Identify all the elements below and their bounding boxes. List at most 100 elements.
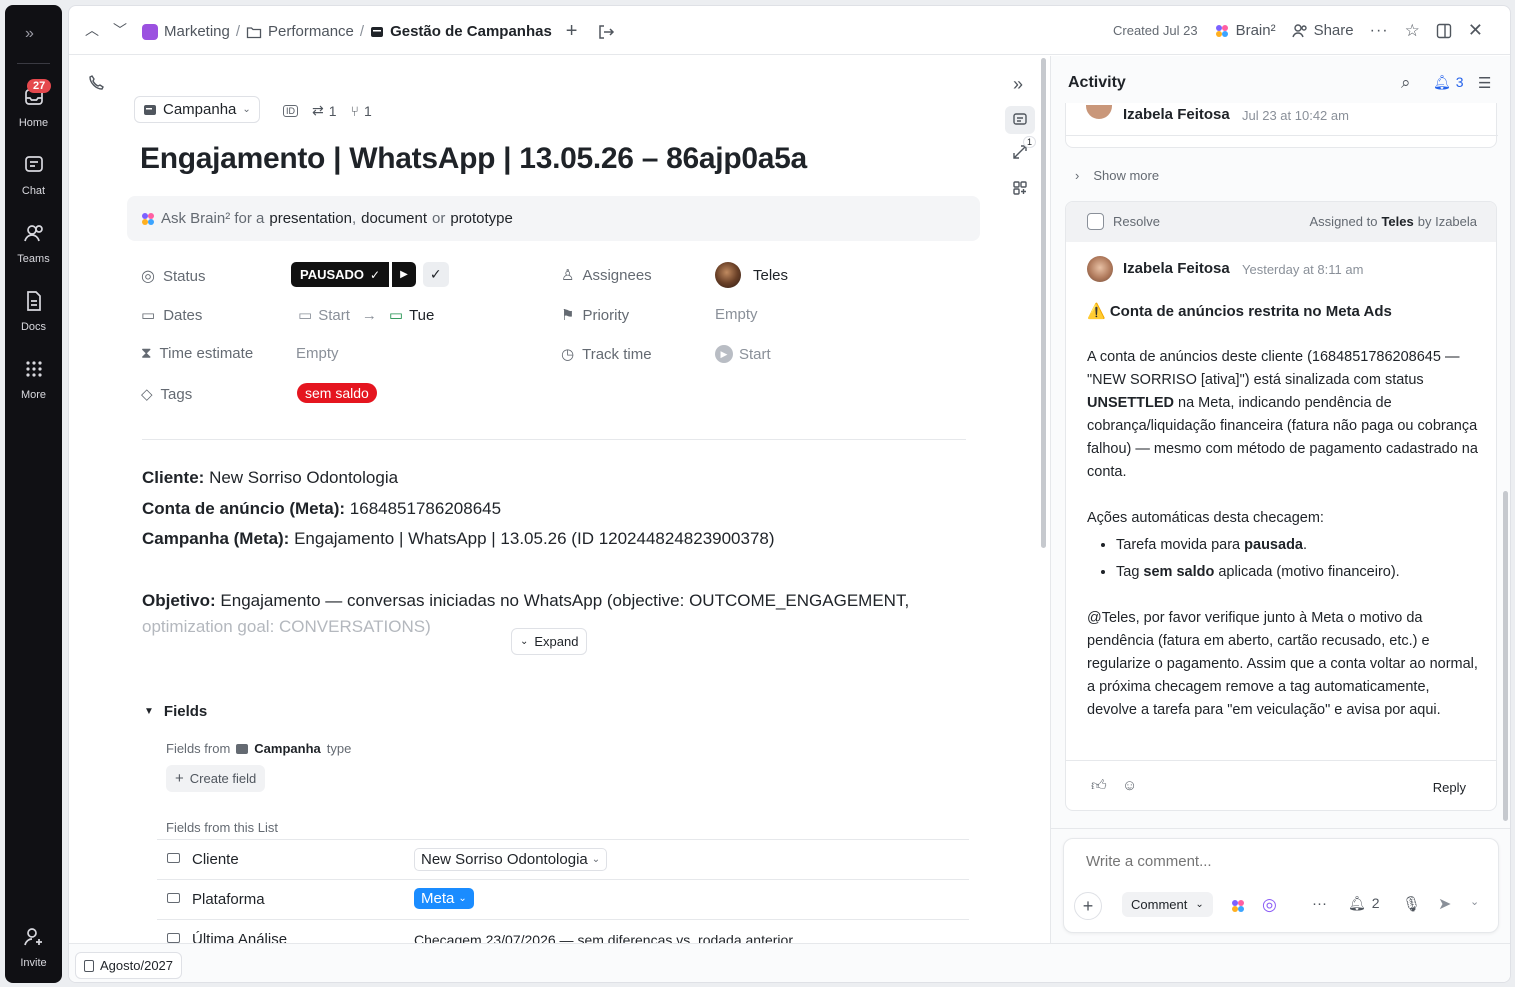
scrollbar[interactable] bbox=[1041, 58, 1046, 548]
star-icon[interactable]: ☆ bbox=[1405, 21, 1420, 41]
comment-input[interactable] bbox=[1086, 853, 1466, 870]
ask-prototype[interactable]: prototype bbox=[450, 210, 513, 227]
share-button[interactable]: Share bbox=[1291, 22, 1354, 39]
activity-tab-icon[interactable]: 1 bbox=[1012, 136, 1037, 165]
thumbs-up-icon[interactable]: 👍︎ bbox=[1091, 777, 1107, 795]
plus-icon: + bbox=[175, 770, 184, 787]
breadcrumb-list[interactable]: Gestão de Campanhas bbox=[390, 23, 552, 40]
brain-label: Brain² bbox=[1235, 22, 1276, 39]
watchers-button[interactable]: 🔔︎ 2 bbox=[1348, 895, 1380, 912]
rail-docs[interactable]: Docs bbox=[5, 289, 62, 333]
next-status-button[interactable]: ▶ bbox=[392, 262, 416, 287]
notifications-button[interactable]: 🔔︎ 3 bbox=[1433, 74, 1464, 91]
rail-label: Docs bbox=[20, 321, 47, 333]
field-dropdown[interactable]: Meta ⌄ bbox=[414, 888, 474, 909]
comments-tab-icon[interactable] bbox=[1005, 106, 1035, 134]
brain-icon[interactable] bbox=[1230, 898, 1246, 914]
complete-task-button[interactable]: ✓ bbox=[422, 262, 449, 287]
reply-button[interactable]: Reply bbox=[1433, 780, 1466, 795]
breadcrumb-folder[interactable]: Performance bbox=[268, 23, 354, 40]
priority-value[interactable]: Empty bbox=[715, 306, 758, 323]
assignee-value[interactable]: Teles bbox=[715, 262, 788, 288]
comment-type-label: Comment bbox=[1131, 897, 1188, 912]
ask-document[interactable]: document bbox=[361, 210, 427, 227]
dependencies-button[interactable]: ⇄ 1 bbox=[312, 102, 337, 119]
rail-chat[interactable]: Chat bbox=[5, 153, 62, 197]
create-field-button[interactable]: + Create field bbox=[166, 765, 266, 792]
comment-heading: ⚠️ Conta de anúncios restrita no Meta Ad… bbox=[1087, 303, 1392, 320]
show-more-toggle[interactable]: › Show more bbox=[1075, 168, 1159, 183]
apps-icon[interactable] bbox=[1012, 180, 1028, 196]
subtasks-button[interactable]: ⑂ 1 bbox=[351, 103, 372, 119]
task-topbar: ︿ ﹀ Marketing / Performance / Gestão de … bbox=[69, 6, 1510, 55]
send-icon[interactable]: ➤ bbox=[1438, 894, 1451, 914]
expand-button[interactable]: ⌄ Expand bbox=[511, 628, 588, 655]
task-id-icon[interactable]: ID bbox=[283, 104, 298, 117]
comment-text: aplicada (motivo financeiro). bbox=[1214, 564, 1400, 580]
ai-assist-icon[interactable]: ◎ bbox=[1262, 895, 1277, 915]
prev-task-icon[interactable]: ︿ bbox=[85, 20, 99, 40]
doc-tab[interactable]: Agosto/2027 bbox=[75, 952, 183, 979]
task-type-icon bbox=[236, 743, 249, 754]
activity-scrollbar[interactable] bbox=[1503, 491, 1508, 821]
close-icon[interactable]: ✕ bbox=[1468, 20, 1483, 41]
tags-label-text: Tags bbox=[160, 385, 193, 403]
comment-body: ⚠️ Conta de anúncios restrita no Meta Ad… bbox=[1087, 300, 1482, 722]
track-time-start[interactable]: ▶ Start bbox=[715, 345, 771, 363]
chevron-down-icon: ⌄ bbox=[242, 104, 251, 115]
comment-type-dropdown[interactable]: Comment ⌄ bbox=[1122, 892, 1213, 917]
ask-or: or bbox=[431, 210, 446, 227]
fields-section-toggle[interactable]: ▼ Fields bbox=[144, 703, 207, 720]
task-title[interactable]: Engajamento | WhatsApp | 13.05.26 – 86aj… bbox=[140, 142, 807, 176]
space-icon bbox=[142, 23, 158, 40]
search-icon[interactable]: ⌕ bbox=[1401, 73, 1411, 93]
phone-icon[interactable] bbox=[89, 74, 105, 90]
filter-icon[interactable]: ☰ bbox=[1478, 74, 1491, 92]
rail-label: Chat bbox=[21, 185, 46, 197]
add-reaction-icon[interactable]: ☺ bbox=[1122, 777, 1137, 794]
rail-more[interactable]: More bbox=[5, 357, 62, 401]
microphone-icon[interactable]: 🎙︎ bbox=[1402, 895, 1421, 913]
rail-teams[interactable]: Teams bbox=[5, 221, 62, 265]
send-options-chevron-icon[interactable]: ⌄ bbox=[1470, 895, 1479, 908]
assigned-by: by Izabela bbox=[1417, 214, 1477, 229]
resolve-checkbox[interactable] bbox=[1087, 213, 1104, 230]
play-icon: ▶ bbox=[715, 345, 733, 363]
dates-label: ▭ Dates bbox=[141, 306, 202, 325]
more-options-icon[interactable]: ··· bbox=[1312, 895, 1327, 912]
desc-objetivo-faded: optimization goal: CONVERSATIONS) bbox=[142, 617, 431, 636]
expand-sidebar-icon[interactable]: » bbox=[25, 25, 34, 43]
ask-brain-bar[interactable]: Ask Brain² for a presentation, document … bbox=[127, 196, 980, 241]
rail-label: Invite bbox=[20, 957, 47, 969]
desc-key: Objetivo: bbox=[142, 591, 216, 610]
collapse-panel-icon[interactable]: » bbox=[1013, 74, 1023, 95]
track-start-label: Start bbox=[739, 345, 771, 363]
time-estimate-value[interactable]: Empty bbox=[296, 345, 339, 362]
status-icon: ◎ bbox=[141, 268, 155, 285]
comment-author: Izabela Feitosa bbox=[1123, 260, 1230, 277]
rail-invite[interactable]: Invite bbox=[5, 925, 62, 969]
breadcrumb-space[interactable]: Marketing bbox=[164, 23, 230, 40]
divider bbox=[17, 63, 50, 64]
chevron-down-icon: ⌄ bbox=[520, 636, 529, 647]
task-type-selector[interactable]: Campanha ⌄ bbox=[134, 96, 260, 123]
resolve-label[interactable]: Resolve bbox=[1113, 214, 1160, 229]
move-icon[interactable] bbox=[597, 23, 615, 41]
attach-plus-icon[interactable]: + bbox=[1074, 892, 1102, 920]
dates-value[interactable]: ▭ Start → ▭ Tue bbox=[298, 306, 434, 325]
ask-presentation[interactable]: presentation bbox=[269, 210, 352, 227]
field-dropdown[interactable]: New Sorriso Odontologia ⌄ bbox=[414, 848, 608, 871]
rail-home[interactable]: 27 Home bbox=[5, 79, 62, 129]
tag-sem-saldo[interactable]: sem saldo bbox=[297, 383, 377, 403]
teams-icon bbox=[23, 225, 43, 242]
next-task-icon[interactable]: ﹀ bbox=[113, 20, 127, 40]
fields-list-title: Fields from this List bbox=[166, 820, 278, 835]
status-badge[interactable]: PAUSADO ✓ bbox=[291, 262, 390, 287]
due-calendar-icon: ▭ bbox=[388, 307, 404, 324]
add-icon[interactable]: + bbox=[566, 20, 578, 43]
layout-toggle-icon[interactable] bbox=[1436, 23, 1452, 39]
brain-button[interactable]: Brain² bbox=[1214, 22, 1276, 39]
desc-key: Conta de anúncio (Meta): bbox=[142, 499, 346, 518]
more-options-icon[interactable]: ··· bbox=[1370, 22, 1389, 40]
fields-title: Fields bbox=[163, 703, 208, 720]
